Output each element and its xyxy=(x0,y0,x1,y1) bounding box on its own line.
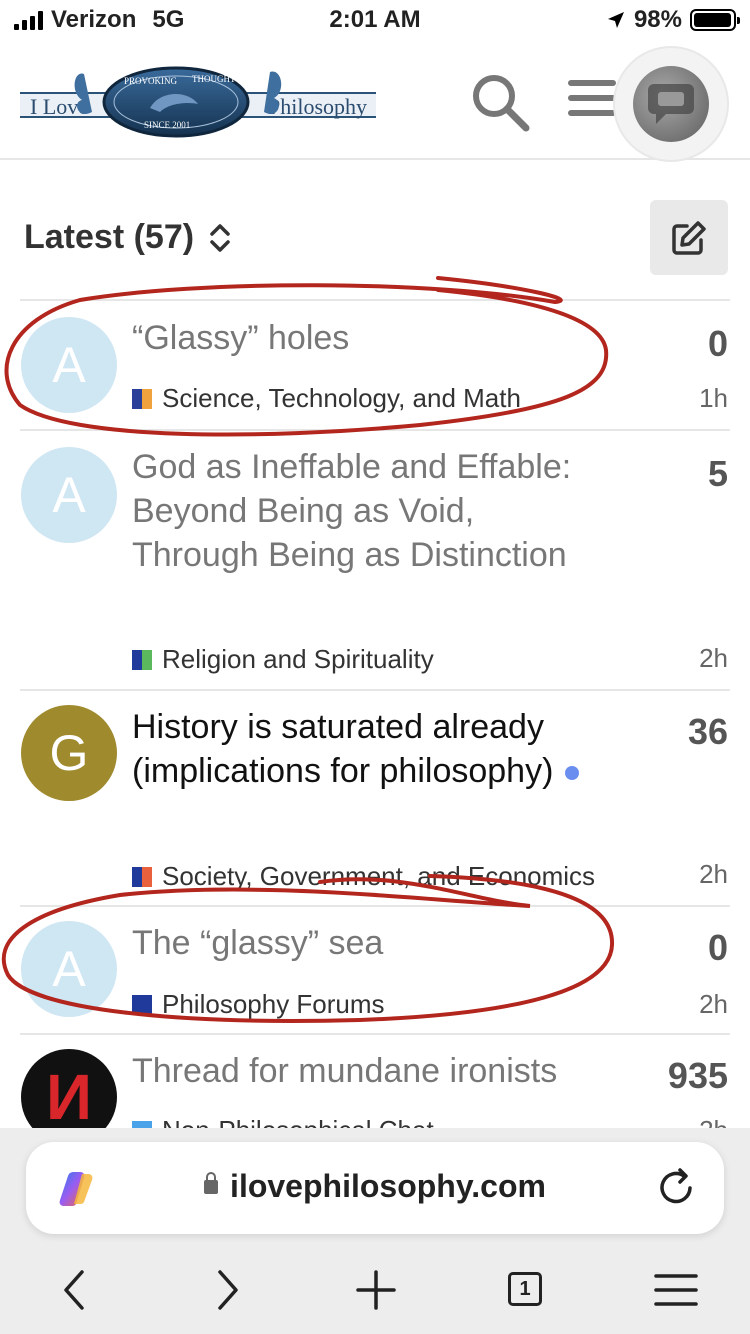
reply-count[interactable]: 5 xyxy=(708,453,728,495)
activity-age[interactable]: 2h xyxy=(699,989,728,1020)
search-icon[interactable] xyxy=(470,72,530,132)
hamburger-menu-icon[interactable] xyxy=(566,72,618,124)
battery-icon xyxy=(690,9,740,31)
reply-count[interactable]: 0 xyxy=(708,927,728,969)
up-down-chevron-icon xyxy=(210,223,230,252)
activity-age[interactable]: 2h xyxy=(699,859,728,890)
site-header: I Love Philosophy PROVOKING THOUGHT SINC… xyxy=(0,42,750,160)
category-badge[interactable]: Philosophy Forums xyxy=(132,989,385,1020)
pencil-square-icon xyxy=(672,220,706,255)
category-color-icon xyxy=(132,994,152,1015)
status-bar: Verizon 5G 2:01 AM 98% xyxy=(0,0,750,42)
reply-count[interactable]: 0 xyxy=(708,323,728,365)
topic-row[interactable]: A “Glassy” holes Science, Technology, an… xyxy=(20,299,730,429)
tabs-button[interactable]: 1 xyxy=(508,1272,542,1306)
reply-count[interactable]: 36 xyxy=(688,711,728,753)
topic-title[interactable]: God as Ineffable and Effable: Beyond Bei… xyxy=(132,445,572,577)
user-avatar-button[interactable] xyxy=(615,48,727,160)
activity-age[interactable]: 2h xyxy=(699,643,728,674)
category-color-icon xyxy=(132,388,152,409)
reply-count[interactable]: 935 xyxy=(668,1055,728,1097)
author-avatar[interactable]: A xyxy=(21,447,117,543)
location-arrow-icon xyxy=(607,12,624,28)
latest-filter-dropdown[interactable]: Latest (57) xyxy=(24,218,232,257)
browser-toolbar: ilovephilosophy.com 1 xyxy=(0,1128,750,1334)
category-badge[interactable]: Religion and Spirituality xyxy=(132,644,434,675)
address-bar[interactable]: ilovephilosophy.com xyxy=(26,1142,724,1234)
category-badge[interactable]: Science, Technology, and Math xyxy=(132,383,521,414)
svg-text:THOUGHT: THOUGHT xyxy=(192,74,236,84)
latest-title: Latest (57) xyxy=(24,218,195,256)
topic-row[interactable]: A God as Ineffable and Effable: Beyond B… xyxy=(20,429,730,689)
activity-age[interactable]: 1h xyxy=(699,383,728,414)
chat-bubble-icon xyxy=(648,84,694,124)
new-topic-button[interactable] xyxy=(650,200,728,275)
author-avatar[interactable]: G xyxy=(21,705,117,801)
topic-list-header: Latest (57) xyxy=(24,200,728,276)
battery-percent: 98% xyxy=(633,6,682,33)
category-color-icon xyxy=(132,866,152,887)
topic-title[interactable]: “Glassy” holes xyxy=(132,316,612,360)
new-tab-plus-icon[interactable] xyxy=(355,1268,397,1312)
url-text[interactable]: ilovephilosophy.com xyxy=(26,1168,724,1205)
reload-icon[interactable] xyxy=(654,1166,698,1210)
category-badge[interactable]: Society, Government, and Economics xyxy=(132,861,595,892)
topic-title[interactable]: The “glassy” sea xyxy=(132,921,612,965)
topic-list: A “Glassy” holes Science, Technology, an… xyxy=(20,299,730,1153)
author-avatar[interactable]: A xyxy=(21,317,117,413)
category-color-icon xyxy=(132,649,152,670)
topic-title[interactable]: Thread for mundane ironists xyxy=(132,1049,612,1093)
user-avatar xyxy=(633,66,709,142)
svg-text:SINCE 2001: SINCE 2001 xyxy=(144,120,190,130)
lock-icon xyxy=(204,1171,219,1194)
browser-menu-icon[interactable] xyxy=(654,1268,698,1312)
topic-row[interactable]: G History is saturated already (implicat… xyxy=(20,689,730,905)
back-icon[interactable] xyxy=(60,1268,90,1312)
forward-icon[interactable] xyxy=(212,1268,242,1312)
status-right: 98% xyxy=(606,6,740,34)
svg-text:PROVOKING: PROVOKING xyxy=(124,76,178,86)
topic-title[interactable]: History is saturated already (implicatio… xyxy=(132,705,602,793)
unread-dot-icon xyxy=(565,766,580,781)
svg-text:Philosophy: Philosophy xyxy=(268,94,367,119)
author-avatar[interactable]: A xyxy=(21,921,117,1017)
topic-row[interactable]: A The “glassy” sea Philosophy Forums 0 2… xyxy=(20,905,730,1033)
site-logo[interactable]: I Love Philosophy PROVOKING THOUGHT SINC… xyxy=(20,62,376,142)
